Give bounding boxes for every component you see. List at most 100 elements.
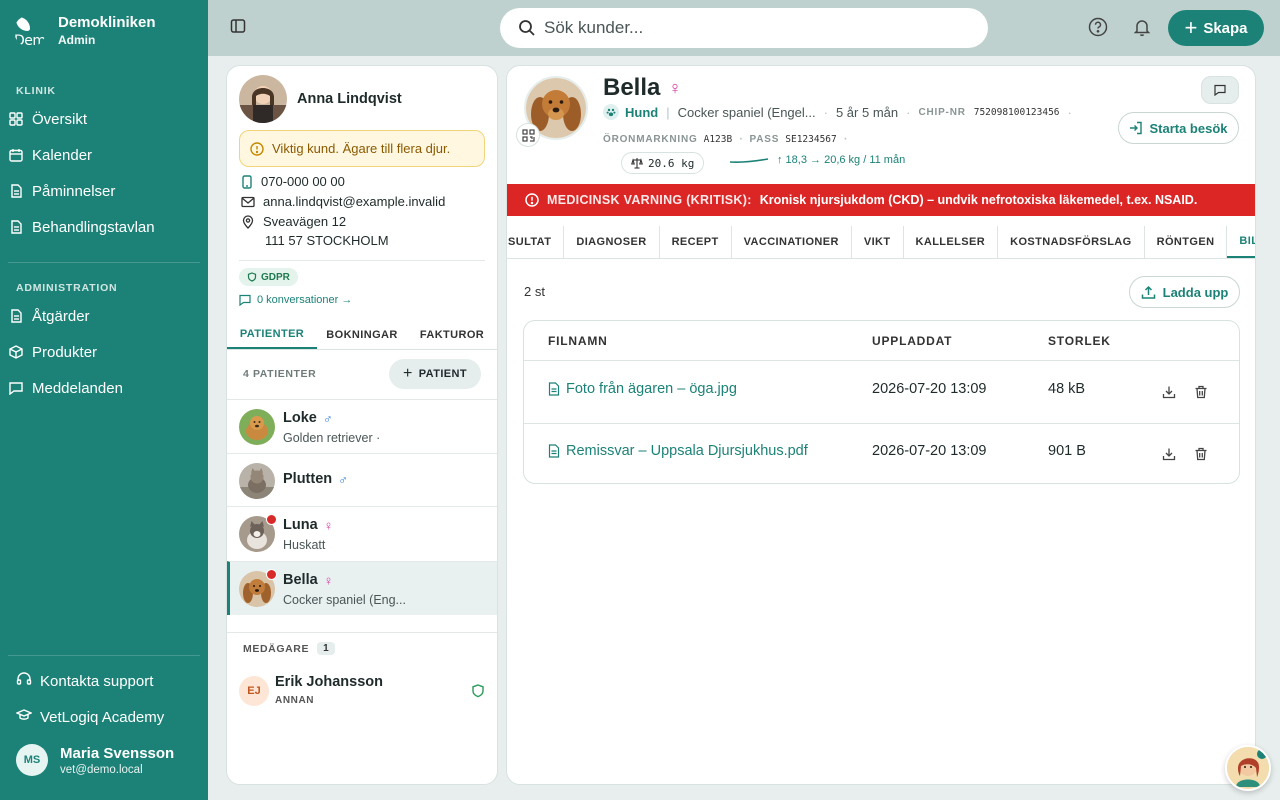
sidebar-item-kalender[interactable]: Kalender [8,139,200,171]
document-icon [8,308,24,324]
current-user[interactable]: MS Maria Svensson vet@demo.local [16,744,174,776]
box-icon [8,344,24,360]
ear-label: ÖRONMARKNING [603,133,698,145]
sidebar-item-atgarder[interactable]: Åtgärder [8,300,200,332]
attachment-date: 2026-07-20 13:09 [872,381,987,397]
download-button[interactable] [1162,385,1176,403]
patient-row-bella[interactable]: Bella ♀ Cocker spaniel (Eng... [227,561,497,615]
sidebar-item-meddelanden[interactable]: Meddelanden [8,372,200,404]
message-icon [239,294,251,306]
column-header-uploaded: UPPLADDAT [872,334,953,348]
download-button[interactable] [1162,447,1176,465]
attachment-link[interactable]: Remissvar – Uppsala Djursjukhus.pdf [548,443,808,459]
female-icon: ♀ [323,572,334,588]
gdpr-badge: GDPR [239,268,298,286]
sidebar-item-behandlingstavlan[interactable]: Behandlingstavlan [8,211,200,243]
owner-address[interactable]: Sveavägen 12 111 57 STOCKHOLM [241,214,389,248]
add-patient-button[interactable]: + PATIENT [389,359,481,389]
female-icon: ♀ [668,77,682,98]
tab-recept[interactable]: RECEPT [660,226,732,258]
tab-bilagor[interactable]: BILAGOR [1227,226,1255,258]
customer-search[interactable] [500,8,988,48]
sidebar-item-oversikt[interactable]: Översikt [8,103,200,135]
weight-chip[interactable]: 20.6 kg [621,152,705,174]
login-icon [1130,121,1143,135]
delete-button[interactable] [1194,447,1208,465]
table-row: Foto från ägaren – öga.jpg 2026-07-20 13… [524,362,1239,423]
alert-circle-icon [525,193,539,207]
table-header: FILNAMN UPPLADDAT STORLEK [524,321,1239,361]
tab-kostnadsforslag[interactable]: KOSTNADSFÖRSLAG [998,226,1145,258]
help-icon [1088,17,1108,37]
tab-diagnoser[interactable]: DIAGNOSER [564,226,660,258]
help-button[interactable] [1088,17,1108,42]
patient-row-plutten[interactable]: Plutten ♂ [227,453,497,507]
qr-code-button[interactable] [516,123,540,147]
tab-patients[interactable]: PATIENTER [227,320,317,349]
contact-support-link[interactable]: Kontakta support [16,671,153,691]
academy-link[interactable]: VetLogiq Academy [15,707,164,727]
assistant-avatar-button[interactable] [1225,745,1271,791]
owner-name: Anna Lindqvist [297,91,402,107]
sidebar-item-label: Behandlingstavlan [32,218,155,236]
shield-icon [472,684,484,698]
owner-email[interactable]: anna.lindqvist@example.invalid [241,194,445,209]
download-icon [1162,448,1176,461]
shield-icon [247,272,257,282]
patient-row-luna[interactable]: Luna ♀ Huskatt [227,506,497,560]
topbar: + Skapa [208,0,1280,56]
sidebar-item-label: Översikt [32,110,88,128]
patient-panel: Bella ♀ Hund | Cocker spaniel (Engel... … [506,65,1256,785]
clinic-name: Demokliniken [58,14,156,31]
patient-avatar [239,409,275,445]
tab-resultat[interactable]: SULTAT [507,226,565,258]
message-button[interactable] [1201,76,1239,104]
tab-vaccinationer[interactable]: VACCINATIONER [732,226,852,258]
trash-icon [1195,385,1207,399]
patient-name: Bella [283,572,318,588]
owner-phone[interactable]: 070-000 00 00 [241,174,345,189]
toggle-sidebar-button[interactable] [230,18,246,39]
coowner-role: ANNAN [275,695,315,706]
brand[interactable]: Dem Demokliniken Admin [14,14,156,47]
patient-name: Loke [283,410,317,426]
graduation-cap-icon [15,707,33,727]
upload-button[interactable]: Ladda upp [1129,276,1240,308]
sidebar-item-paminnelser[interactable]: Påminnelser [8,175,200,207]
sidebar-item-label: Produkter [32,343,98,361]
female-icon: ♀ [323,517,334,533]
patient-row-loke[interactable]: Loke ♂ Golden retriever · [227,399,497,453]
tab-kallelser[interactable]: KALLELSER [904,226,999,258]
tab-bookings[interactable]: BOKNINGAR [317,320,407,349]
chip-number: 752098100123456 [973,106,1060,118]
search-input[interactable] [544,18,964,38]
paw-icon [603,104,619,120]
document-icon [8,183,24,199]
sidebar-item-label: Kalender [32,146,93,164]
sidebar-item-label: Meddelanden [32,379,123,397]
sidebar-item-label: Åtgärder [32,307,90,325]
sidebar-item-produkter[interactable]: Produkter [8,336,200,368]
pet-ids: ÖRONMARKNING A123B · PASS SE1234567 · [603,130,849,147]
document-icon [8,219,24,235]
search-icon [519,20,535,36]
notifications-button[interactable] [1132,17,1152,42]
tab-invoices[interactable]: FAKTUROR [407,320,497,349]
delete-button[interactable] [1194,385,1208,403]
attachment-size: 48 kB [1048,381,1086,397]
create-button[interactable]: + Skapa [1168,10,1264,46]
tab-vikt[interactable]: VIKT [852,226,904,258]
coowner-row[interactable]: EJ Erik Johansson ANNAN [227,665,497,717]
divider [227,632,497,633]
patient-name: Plutten [283,471,333,487]
user-email: vet@demo.local [60,763,143,776]
start-visit-button[interactable]: Starta besök [1118,112,1239,144]
pet-name: Bella [603,74,661,101]
conversations-link[interactable]: 0 konversationer → [239,294,352,306]
phone-icon [242,174,252,189]
attachment-size: 901 B [1048,443,1086,459]
tab-rontgen[interactable]: RÖNTGEN [1145,226,1228,258]
user-role: Admin [58,33,96,47]
trash-icon [1195,447,1207,461]
attachment-link[interactable]: Foto från ägaren – öga.jpg [548,381,737,397]
